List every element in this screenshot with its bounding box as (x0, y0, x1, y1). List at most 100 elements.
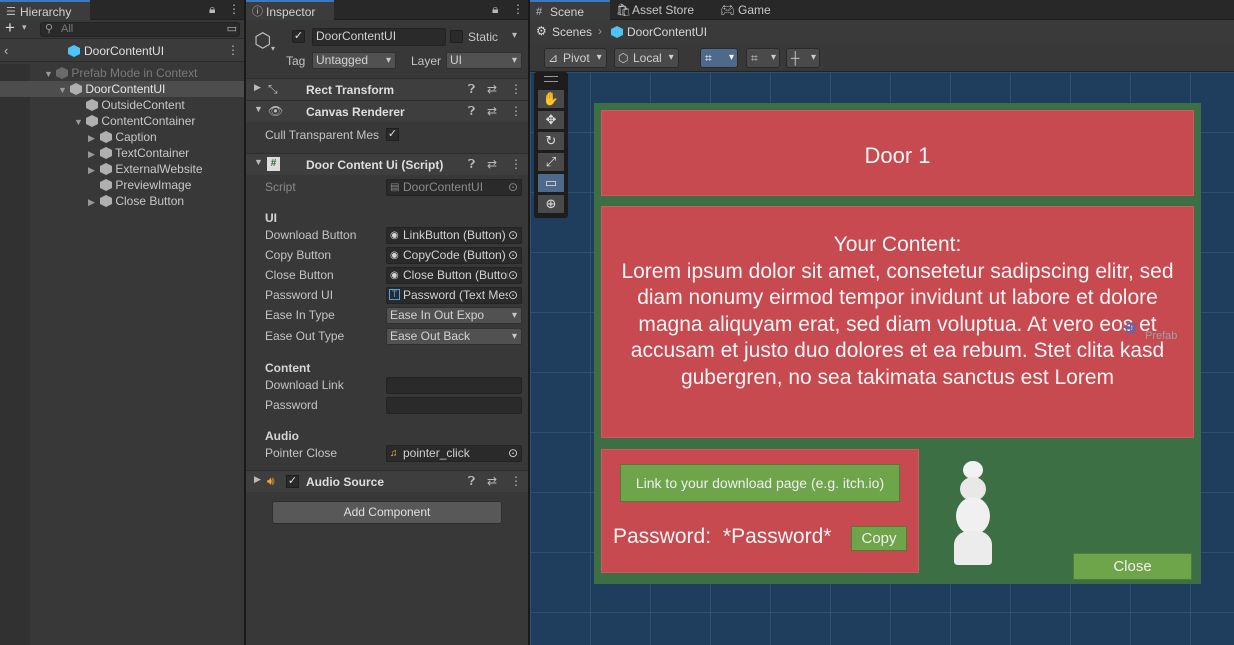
tab-asset-store[interactable]: 🛍︎ Asset Store (614, 0, 694, 20)
dropdown-icon[interactable]: ▾ (811, 49, 816, 67)
object-picker-icon[interactable]: ⊙ (508, 446, 518, 461)
download-link-input[interactable] (386, 377, 522, 394)
expand-arrow-icon[interactable]: ▼ (74, 114, 86, 130)
layer-dropdown[interactable]: UI (446, 52, 522, 69)
collapse-arrow-icon[interactable]: ▶ (88, 146, 100, 162)
hand-tool-icon[interactable]: ✋ (538, 90, 564, 108)
drag-handle-icon[interactable] (544, 76, 558, 82)
expand-arrow-icon[interactable]: ▼ (58, 82, 70, 98)
collapse-arrow-icon[interactable]: ▶ (88, 130, 100, 146)
ease-in-dropdown[interactable]: Ease In Out Expo (386, 307, 522, 324)
tree-row-prefab-context[interactable]: ▼ Prefab Mode in Context (44, 65, 197, 81)
snap-increment-button[interactable]: ⌗ ▾ (746, 48, 780, 68)
more-menu-icon[interactable]: ⋮ (228, 2, 240, 16)
search-by-type-icon[interactable]: ▭ (227, 23, 237, 36)
object-picker-icon[interactable]: ⊙ (507, 228, 518, 243)
tab-hierarchy[interactable]: ☰ Hierarchy (0, 0, 90, 20)
icon-dropdown-icon[interactable]: ▾ (271, 44, 275, 53)
script-component-header[interactable]: ▼ # Door Content Ui (Script) ❓︎ ⇄ ⋮ (246, 153, 528, 175)
object-picker-icon[interactable]: ⊙ (507, 288, 518, 303)
add-button[interactable]: + (5, 18, 15, 38)
copy-button[interactable]: Copy (851, 526, 907, 551)
pivot-handle-icon[interactable]: ⊕ (1124, 318, 1137, 338)
tree-row-close-button[interactable]: ▶ Close Button (88, 193, 184, 209)
presets-icon[interactable]: ⇄ (487, 157, 497, 171)
presets-icon[interactable]: ⇄ (487, 474, 497, 488)
rect-transform-header[interactable]: ▶ ⤡ Rect Transform ❓︎ ⇄ ⋮ (246, 78, 528, 100)
expand-arrow-icon[interactable]: ▼ (254, 104, 263, 114)
tree-row-textcontainer[interactable]: ▶ TextContainer (88, 145, 189, 161)
static-checkbox[interactable] (450, 30, 463, 43)
tree-row-outsidecontent[interactable]: OutsideContent (86, 97, 185, 113)
breadcrumb-scenes[interactable]: Scenes (552, 25, 592, 39)
pivot-dropdown[interactable]: ⊿ Pivot (544, 48, 607, 68)
lock-icon[interactable]: 🔒︎ (492, 2, 498, 17)
scale-tool-icon[interactable]: ⤢ (538, 153, 564, 171)
presets-icon[interactable]: ⇄ (487, 82, 497, 96)
back-arrow-icon[interactable]: ‹ (4, 43, 8, 58)
help-icon[interactable]: ❓︎ (468, 82, 475, 97)
tag-dropdown[interactable]: Untagged (312, 52, 396, 69)
audio-source-header[interactable]: ▶ 🔊︎ ✓ Audio Source ❓︎ ⇄ ⋮ (246, 470, 528, 492)
static-dropdown-icon[interactable]: ▾ (512, 30, 517, 41)
tree-row-caption[interactable]: ▶ Caption (88, 129, 157, 145)
tree-row-externalwebsite[interactable]: ▶ ExternalWebsite (88, 161, 203, 177)
component-menu-icon[interactable]: ⋮ (510, 474, 522, 488)
lock-icon[interactable]: 🔒︎ (209, 2, 215, 17)
object-picker-icon[interactable]: ⊙ (507, 268, 518, 283)
tab-inspector[interactable]: ⓘ Inspector (246, 0, 334, 20)
help-icon[interactable]: ❓︎ (468, 157, 475, 172)
password-input[interactable] (386, 397, 522, 414)
collapse-arrow-icon[interactable]: ▶ (88, 194, 100, 210)
password-ui-field[interactable]: T Password (Text Mesh Pro) ⊙ (386, 287, 522, 304)
move-tool-icon[interactable]: ✥ (538, 111, 564, 129)
audio-source-enabled-checkbox[interactable]: ✓ (286, 475, 299, 488)
tree-row-contentcontainer[interactable]: ▼ ContentContainer (74, 113, 195, 129)
ease-out-dropdown[interactable]: Ease Out Back (386, 328, 522, 345)
object-name-input[interactable]: DoorContentUI (312, 28, 446, 46)
local-dropdown[interactable]: ⬡ Local (614, 48, 679, 68)
presets-icon[interactable]: ⇄ (487, 104, 497, 118)
more-menu-icon[interactable]: ⋮ (512, 2, 524, 16)
object-picker-icon[interactable]: ⊙ (508, 180, 518, 195)
close-button[interactable]: Close (1073, 553, 1192, 580)
grid-snap-button[interactable]: ⌗ ▾ (700, 48, 738, 68)
dropdown-icon[interactable]: ▾ (771, 49, 776, 67)
password-label: Password: (613, 525, 712, 548)
script-file-icon: ▤ (390, 182, 400, 193)
add-dropdown-icon[interactable]: ▾ (22, 22, 27, 33)
tree-row-doorcontentui[interactable]: ▼ DoorContentUI (58, 81, 165, 97)
search-input[interactable]: ⚲ All ▭ (40, 22, 240, 37)
collapse-arrow-icon[interactable]: ▶ (254, 474, 261, 485)
download-button-field[interactable]: ◉ LinkButton (Button) ⊙ (386, 227, 522, 244)
dropdown-icon[interactable]: ▾ (729, 49, 734, 67)
tab-scene[interactable]: # Scene (530, 0, 610, 20)
link-button[interactable]: Link to your download page (e.g. itch.io… (620, 464, 900, 502)
help-icon[interactable]: ❓︎ (468, 474, 475, 489)
ruler-button[interactable]: ┼ ▾ (786, 48, 820, 68)
rotate-tool-icon[interactable]: ↻ (538, 132, 564, 150)
add-component-button[interactable]: Add Component (272, 501, 502, 524)
object-picker-icon[interactable]: ⊙ (507, 248, 518, 263)
tab-game[interactable]: 🎮︎ Game (720, 0, 771, 20)
rect-tool-icon[interactable]: ▭ (538, 174, 564, 192)
collapse-arrow-icon[interactable]: ▶ (88, 162, 100, 178)
breadcrumb-prefab[interactable]: DoorContentUI (627, 25, 707, 39)
canvas-renderer-header[interactable]: ▼ 👁︎ Canvas Renderer ❓︎ ⇄ ⋮ (246, 100, 528, 122)
pointer-close-field[interactable]: ♫ pointer_click ⊙ (386, 445, 522, 462)
close-button-field[interactable]: ◉ Close Button (Button) ⊙ (386, 267, 522, 284)
cull-transparent-checkbox[interactable]: ✓ (386, 128, 399, 141)
expand-arrow-icon[interactable]: ▼ (254, 157, 263, 167)
prefab-menu-icon[interactable]: ⋮ (227, 43, 239, 57)
expand-arrow-icon[interactable]: ▼ (44, 66, 56, 82)
copy-button-field[interactable]: ◉ CopyCode (Button) ⊙ (386, 247, 522, 264)
component-menu-icon[interactable]: ⋮ (510, 82, 522, 96)
tree-row-previewimage[interactable]: PreviewImage (100, 177, 191, 193)
collapse-arrow-icon[interactable]: ▶ (254, 82, 261, 93)
active-checkbox[interactable]: ✓ (292, 30, 305, 43)
help-icon[interactable]: ❓︎ (468, 104, 475, 119)
component-menu-icon[interactable]: ⋮ (510, 104, 522, 118)
door-content-canvas[interactable]: Door 1 Your Content: Lorem ipsum dolor s… (594, 103, 1201, 584)
component-menu-icon[interactable]: ⋮ (510, 157, 522, 171)
transform-tool-icon[interactable]: ⊕ (538, 195, 564, 213)
